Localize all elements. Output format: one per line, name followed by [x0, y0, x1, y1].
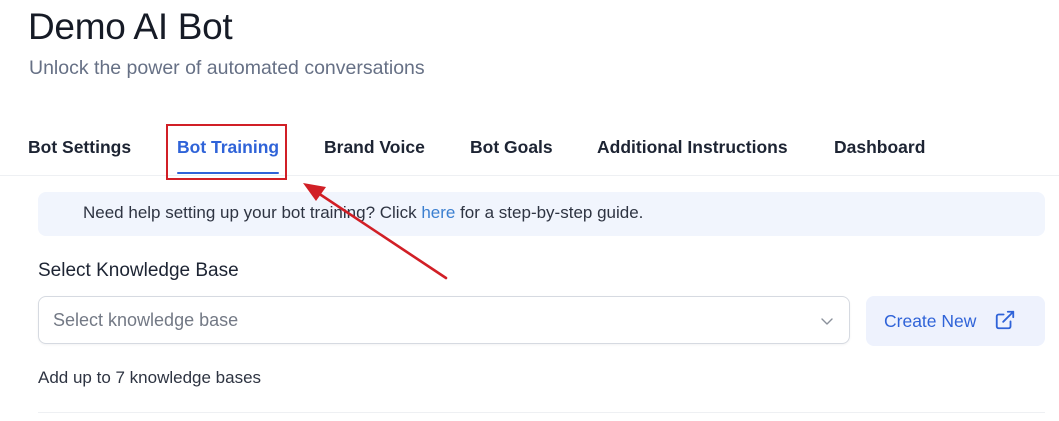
- knowledge-base-select[interactable]: Select knowledge base: [38, 296, 850, 344]
- bot-training-page: Demo AI Bot Unlock the power of automate…: [0, 0, 1059, 421]
- active-tab-indicator: [177, 172, 279, 174]
- tab-bot-training[interactable]: Bot Training: [177, 125, 279, 175]
- help-link[interactable]: here: [421, 203, 455, 222]
- tab-brand-voice[interactable]: Brand Voice: [324, 125, 426, 175]
- tab-label: Bot Settings: [28, 137, 132, 157]
- create-new-button[interactable]: Create New: [866, 296, 1045, 346]
- tab-label: Bot Training: [177, 137, 280, 157]
- create-new-label: Create New: [884, 311, 977, 331]
- tab-dashboard[interactable]: Dashboard: [834, 125, 926, 175]
- tab-bot-goals[interactable]: Bot Goals: [470, 125, 553, 175]
- help-banner: Need help setting up your bot training? …: [38, 192, 1045, 236]
- section-divider: [38, 412, 1045, 413]
- tab-label: Brand Voice: [324, 137, 425, 157]
- tab-label: Dashboard: [834, 137, 926, 157]
- external-link-icon: [995, 310, 1015, 330]
- tab-label: Additional Instructions: [597, 137, 788, 157]
- knowledge-base-label: Select Knowledge Base: [38, 260, 239, 281]
- tab-additional-instructions[interactable]: Additional Instructions: [597, 125, 789, 175]
- chevron-down-icon: [821, 318, 833, 325]
- help-text-before: Need help setting up your bot training? …: [83, 203, 422, 222]
- help-text-after: for a step-by-step guide.: [455, 203, 644, 222]
- knowledge-base-placeholder: Select knowledge base: [53, 310, 239, 330]
- tab-bot-settings[interactable]: Bot Settings: [28, 125, 132, 175]
- help-text: Need help setting up your bot training? …: [83, 203, 643, 223]
- tab-label: Bot Goals: [470, 137, 553, 157]
- knowledge-base-hint: Add up to 7 knowledge bases: [38, 368, 262, 387]
- tab-bar: Bot Settings Bot Training Brand Voice Bo…: [0, 125, 1059, 176]
- page-title: Demo AI Bot: [28, 6, 233, 47]
- page-subtitle: Unlock the power of automated conversati…: [29, 57, 425, 79]
